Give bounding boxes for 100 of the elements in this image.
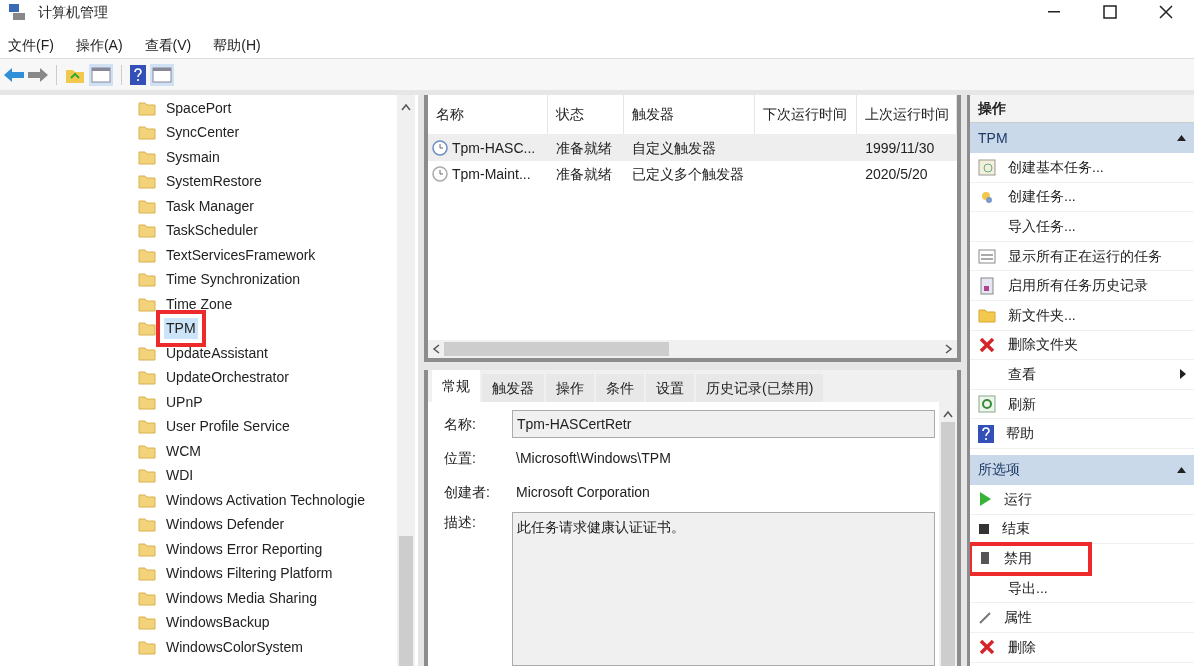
maximize-icon: [1103, 5, 1117, 19]
section-header[interactable]: TPM: [970, 123, 1194, 153]
action-item[interactable]: 运行: [970, 484, 1194, 515]
panel-icon[interactable]: [89, 63, 113, 86]
folder-icon: [138, 100, 156, 116]
action-item[interactable]: 显示所有正在运行的任务: [970, 241, 1194, 272]
tree-item[interactable]: WindowsColorSystem: [164, 636, 305, 658]
tree-item[interactable]: UPnP: [164, 391, 205, 413]
action-item[interactable]: 删除文件夹: [970, 330, 1194, 361]
action-item[interactable]: 查看: [970, 360, 1194, 390]
tree-item[interactable]: SyncCenter: [164, 122, 242, 144]
scroll-right-icon[interactable]: [945, 344, 953, 354]
collapse-icon: [1177, 466, 1186, 473]
tree-item[interactable]: Sysmain: [164, 146, 222, 168]
action-item[interactable]: 属性: [970, 603, 1194, 633]
minimize-icon: [1048, 11, 1060, 13]
action-item[interactable]: 新文件夹...: [970, 300, 1194, 331]
action-item[interactable]: 刷新: [970, 389, 1194, 420]
task-row[interactable]: Tpm-Maint... 准备就绪 已定义多个触发器 2020/5/20: [428, 161, 957, 187]
action-item[interactable]: 结束: [970, 514, 1194, 545]
folder-icon: [138, 541, 156, 557]
table-cell-text: Tpm-Maint...: [452, 164, 531, 184]
tree-item[interactable]: SystemRestore: [164, 171, 264, 193]
help-icon[interactable]: [130, 64, 146, 85]
scroll-thumb[interactable]: [941, 422, 955, 666]
table-cell-text: 准备就绪: [554, 164, 613, 184]
collapse-icon: [1177, 135, 1186, 141]
scroll-thumb[interactable]: [444, 342, 669, 356]
folder-icon: [138, 394, 156, 410]
tree-item[interactable]: UpdateOrchestrator: [164, 367, 291, 389]
tree-item[interactable]: SpacePort: [164, 97, 234, 119]
scroll-up-icon[interactable]: [943, 410, 953, 418]
tree-item[interactable]: Windows Activation Technologie: [164, 489, 367, 511]
scrollbar[interactable]: [939, 402, 957, 666]
folder-icon: [138, 517, 156, 533]
scroll-up-icon[interactable]: [401, 103, 411, 111]
forward-arrow-icon[interactable]: [28, 67, 48, 82]
folder-icon: [138, 223, 156, 239]
menu-item[interactable]: 操作(A): [75, 34, 123, 56]
tab[interactable]: 历史记录(已禁用): [696, 374, 824, 402]
action-item[interactable]: 禁用: [970, 544, 1090, 574]
table-cell-text: 1999/11/30: [864, 138, 936, 158]
menu-item[interactable]: 查看(V): [144, 34, 192, 56]
tree-item[interactable]: Windows Defender: [164, 514, 287, 536]
back-arrow-icon[interactable]: [4, 67, 24, 82]
scrollbar[interactable]: [397, 95, 415, 666]
folder-icon: [138, 198, 156, 214]
action-item[interactable]: 创建任务...: [970, 182, 1194, 213]
horizontal-scrollbar[interactable]: [428, 340, 957, 358]
folder-icon: [138, 615, 156, 631]
field-label: 名称:: [444, 414, 477, 434]
window-title: 计算机管理: [38, 2, 108, 22]
tree-item[interactable]: Windows Error Reporting: [164, 538, 325, 560]
tab[interactable]: 设置: [646, 374, 694, 402]
action-item[interactable]: 帮助: [970, 419, 1194, 449]
tab[interactable]: 常规: [432, 370, 480, 402]
panel-icon[interactable]: [150, 63, 174, 86]
table-cell-text: 已定义多个触发器: [630, 164, 745, 184]
tree-item[interactable]: UpdateAssistant: [164, 342, 270, 364]
action-item[interactable]: 删除: [970, 632, 1194, 663]
section-header[interactable]: 所选项: [970, 454, 1194, 485]
action-item[interactable]: 导入任务...: [970, 212, 1194, 242]
column-header[interactable]: 上次运行时间: [857, 95, 957, 134]
folder-icon: [138, 566, 156, 582]
column-header[interactable]: 名称: [428, 95, 548, 134]
scroll-left-icon[interactable]: [432, 344, 440, 354]
menu-item[interactable]: 文件(F): [8, 34, 54, 56]
task-row[interactable]: Tpm-HASC... 准备就绪 自定义触发器 1999/11/30: [428, 135, 957, 161]
action-item[interactable]: 启用所有任务历史记录: [970, 271, 1194, 301]
clock-icon: [432, 166, 448, 182]
column-header[interactable]: 状态: [547, 95, 624, 134]
tab[interactable]: 触发器: [482, 374, 544, 402]
column-header[interactable]: 触发器: [623, 95, 756, 134]
tree-item[interactable]: Time Zone: [164, 293, 235, 315]
tree-item[interactable]: TaskScheduler: [164, 220, 260, 242]
scroll-thumb[interactable]: [399, 536, 413, 666]
folder-icon: [138, 590, 156, 606]
column-header[interactable]: 下次运行时间: [755, 95, 857, 134]
tab[interactable]: 操作: [546, 374, 594, 402]
list-window-icon: [978, 247, 996, 266]
folder-icon: [138, 468, 156, 484]
tree-item[interactable]: Windows Media Sharing: [164, 587, 319, 609]
computer-management-icon: [8, 3, 26, 21]
tree-item[interactable]: Task Manager: [164, 195, 256, 217]
tab[interactable]: 条件: [596, 374, 644, 402]
tree-item[interactable]: WindowsBackup: [164, 612, 272, 634]
tree-item[interactable]: User Profile Service: [164, 416, 292, 438]
tree-item[interactable]: Windows Filtering Platform: [164, 563, 335, 585]
tree-item[interactable]: Time Synchronization: [164, 269, 303, 291]
tree-item[interactable]: WCM: [164, 440, 203, 462]
tree-item[interactable]: WDI: [164, 465, 196, 487]
name-field[interactable]: Tpm-HASCertRetr: [512, 410, 935, 438]
folder-icon: [138, 443, 156, 459]
calendar-icon: [978, 158, 996, 177]
action-item[interactable]: 创建基本任务...: [970, 153, 1194, 183]
actions-header: 操作: [970, 95, 1194, 123]
description-field[interactable]: 此任务请求健康认证证书。: [512, 512, 935, 666]
action-item[interactable]: 导出...: [970, 573, 1194, 604]
tree-item[interactable]: TextServicesFramework: [164, 244, 318, 266]
menu-item[interactable]: 帮助(H): [213, 34, 261, 56]
